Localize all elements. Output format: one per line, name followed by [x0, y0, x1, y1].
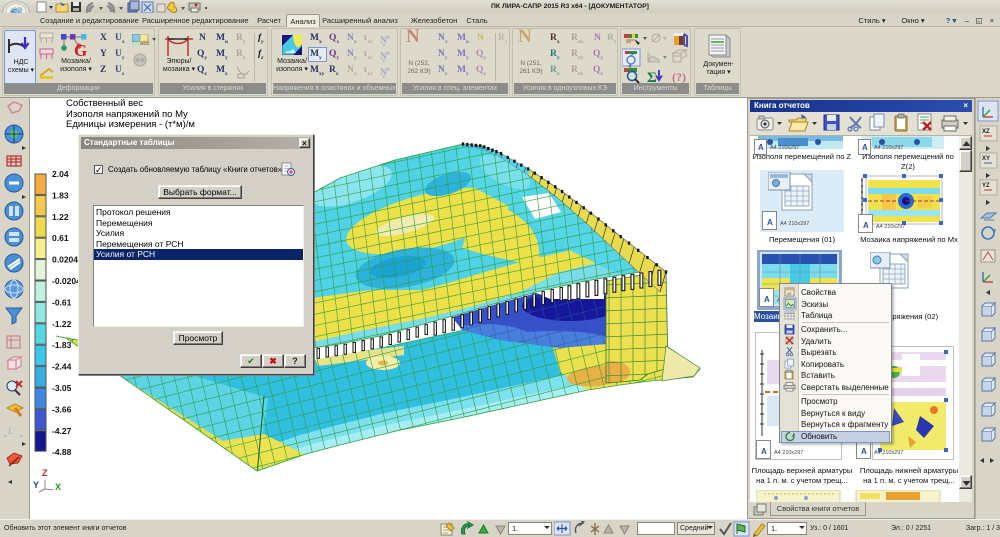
svg-text:-2.44: -2.44	[52, 362, 72, 372]
svg-text:0.0204: 0.0204	[52, 255, 78, 265]
svg-text:2.04: 2.04	[52, 169, 69, 179]
svg-text:-4.88: -4.88	[52, 447, 72, 457]
svg-text:-0.0204: -0.0204	[52, 276, 81, 286]
svg-text:-3.66: -3.66	[52, 404, 72, 414]
svg-text:-1.83: -1.83	[52, 340, 72, 350]
svg-text:-0.61: -0.61	[52, 297, 72, 307]
svg-text:XY: XY	[982, 156, 990, 162]
svg-text:1.83: 1.83	[52, 190, 69, 200]
svg-text:YZ: YZ	[982, 183, 990, 189]
svg-text:(?): (?)	[672, 70, 686, 84]
svg-text:Z: Z	[42, 468, 48, 478]
svg-text:XZ: XZ	[982, 129, 990, 135]
svg-text:X: X	[55, 482, 61, 492]
svg-text:0.61: 0.61	[52, 233, 69, 243]
svg-text:-3.05: -3.05	[52, 383, 72, 393]
svg-text:Σ: Σ	[647, 70, 657, 84]
svg-text:G: G	[74, 41, 87, 58]
svg-text:-1.22: -1.22	[52, 319, 72, 329]
svg-text:L: L	[7, 426, 13, 436]
svg-text:abc: abc	[140, 41, 150, 47]
svg-text:Y: Y	[33, 480, 39, 490]
svg-text:1.22: 1.22	[52, 212, 69, 222]
svg-text:-4.27: -4.27	[52, 426, 72, 436]
